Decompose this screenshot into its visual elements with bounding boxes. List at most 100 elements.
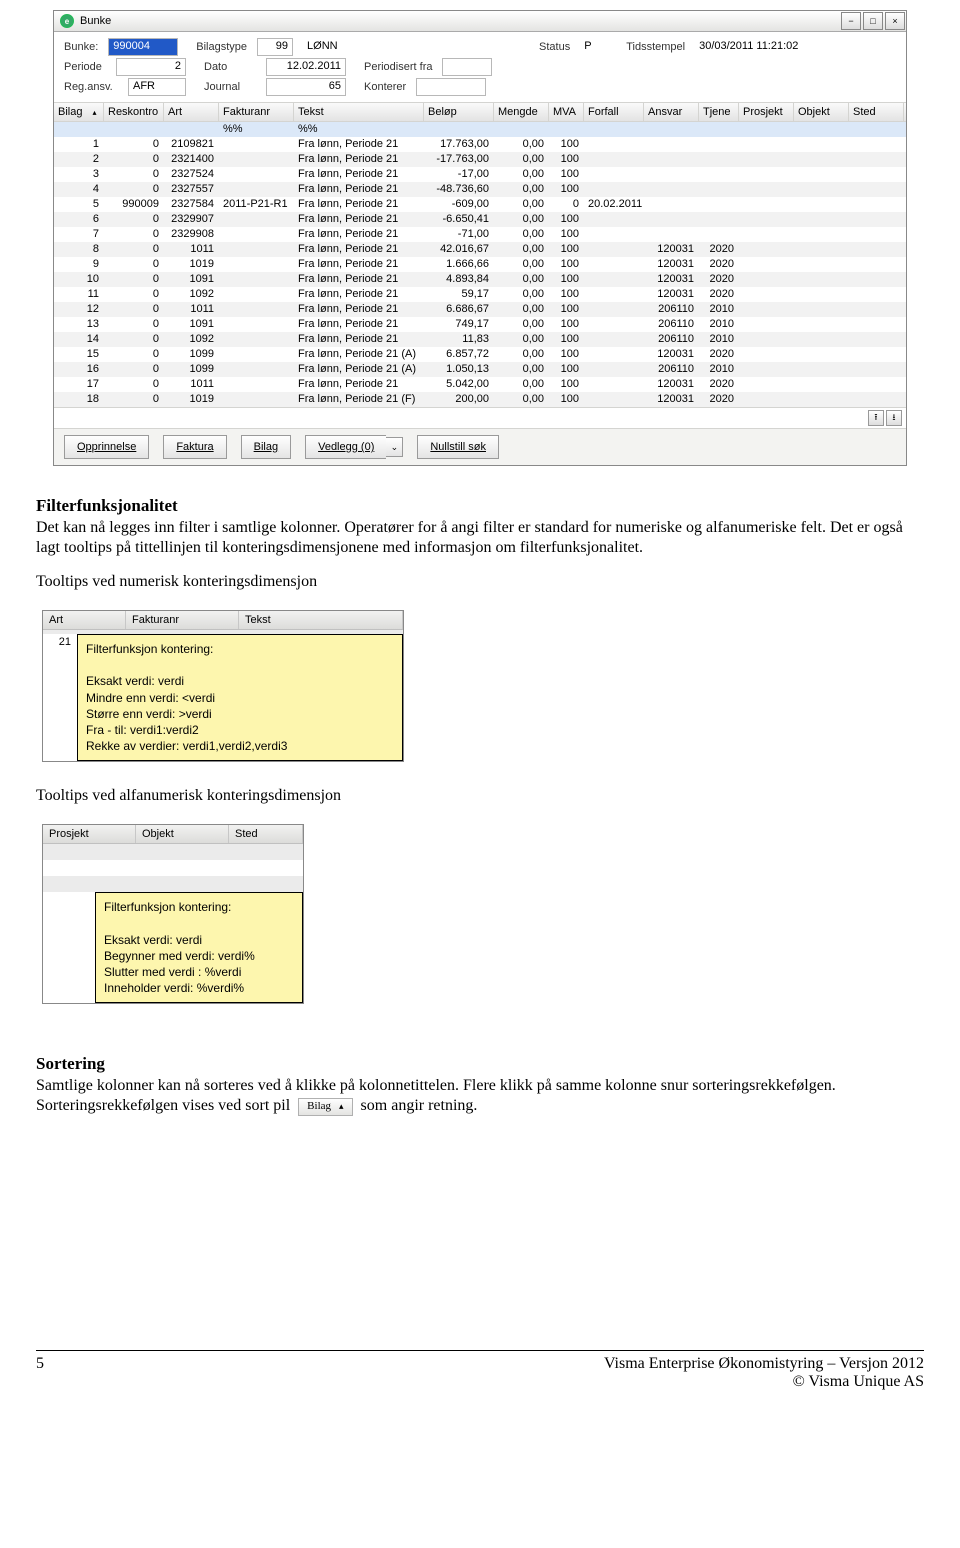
tooltip-num-col-fakturanr[interactable]: Fakturanr <box>126 611 239 629</box>
tooltip-num-title: Filterfunksjon kontering: <box>86 641 394 657</box>
table-row[interactable]: 202321400Fra lønn, Periode 21-17.763,000… <box>54 152 906 167</box>
bilagstype-code-input[interactable]: 99 <box>257 38 293 56</box>
table-cell <box>644 152 699 167</box>
column-header-beløp[interactable]: Beløp <box>424 103 494 121</box>
table-row[interactable]: 102109821Fra lønn, Periode 2117.763,000,… <box>54 137 906 152</box>
filter-cell[interactable]: %% <box>294 122 424 137</box>
vedlegg-dropdown-button[interactable]: ⌄ <box>386 437 403 457</box>
bilag-button[interactable]: Bilag <box>241 435 291 459</box>
table-cell: 2327524 <box>164 167 219 182</box>
opprinnelse-button[interactable]: Opprinnelse <box>64 435 149 459</box>
column-header-prosjekt[interactable]: Prosjekt <box>739 103 794 121</box>
table-cell <box>849 272 904 287</box>
table-cell <box>219 377 294 392</box>
table-row[interactable]: 1101092Fra lønn, Periode 2159,170,001001… <box>54 287 906 302</box>
journal-input[interactable]: 65 <box>266 78 346 96</box>
table-cell: 749,17 <box>424 317 494 332</box>
table-row[interactable]: 1401092Fra lønn, Periode 2111,830,001002… <box>54 332 906 347</box>
table-row[interactable]: 901019Fra lønn, Periode 211.666,660,0010… <box>54 257 906 272</box>
table-cell: 13 <box>54 317 104 332</box>
filter-cell[interactable] <box>424 122 494 137</box>
table-cell <box>739 377 794 392</box>
tooltip-num-col-tekst[interactable]: Tekst <box>239 611 403 629</box>
table-row[interactable]: 1301091Fra lønn, Periode 21749,170,00100… <box>54 317 906 332</box>
column-header-reskontro[interactable]: Reskontro <box>104 103 164 121</box>
filter-cell[interactable] <box>549 122 584 137</box>
table-row[interactable]: 1501099Fra lønn, Periode 21 (A)6.857,720… <box>54 347 906 362</box>
konterer-input[interactable] <box>416 78 486 96</box>
table-row[interactable]: 1201011Fra lønn, Periode 216.686,670,001… <box>54 302 906 317</box>
table-cell: 206110 <box>644 317 699 332</box>
table-cell: 200,00 <box>424 392 494 407</box>
table-row[interactable]: 1601099Fra lønn, Periode 21 (A)1.050,130… <box>54 362 906 377</box>
tooltip-alfa-col-prosjekt[interactable]: Prosjekt <box>43 825 136 843</box>
tooltip-numeric-panel: Art Fakturanr Tekst 21 Filterfunksjon ko… <box>42 610 404 762</box>
table-row[interactable]: 1801019Fra lønn, Periode 21 (F)200,000,0… <box>54 392 906 407</box>
bunke-input[interactable]: 990004 <box>108 38 178 56</box>
window-close-button[interactable]: × <box>885 12 905 30</box>
table-row[interactable]: 602329907Fra lønn, Periode 21-6.650,410,… <box>54 212 906 227</box>
scroll-top-button[interactable]: ⭱ <box>868 410 884 426</box>
table-cell: -6.650,41 <box>424 212 494 227</box>
tooltip-num-col-art[interactable]: Art <box>43 611 126 629</box>
tooltip-alfa-col-sted[interactable]: Sted <box>229 825 303 843</box>
table-cell: 0,00 <box>494 347 549 362</box>
table-cell: 0,00 <box>494 302 549 317</box>
table-cell <box>699 167 739 182</box>
column-header-objekt[interactable]: Objekt <box>794 103 849 121</box>
column-header-mva[interactable]: MVA <box>549 103 584 121</box>
column-header-ansvar[interactable]: Ansvar <box>644 103 699 121</box>
filter-cell[interactable] <box>104 122 164 137</box>
table-cell: 2109821 <box>164 137 219 152</box>
table-row[interactable]: 402327557Fra lønn, Periode 21-48.736,600… <box>54 182 906 197</box>
app-window: e Bunke − □ × Bunke: 990004 Bilagstype 9… <box>53 10 907 466</box>
table-cell <box>794 152 849 167</box>
table-cell: 206110 <box>644 332 699 347</box>
table-cell: 100 <box>549 212 584 227</box>
table-row[interactable]: 599000923275842011-P21-R1Fra lønn, Perio… <box>54 197 906 212</box>
filter-cell[interactable] <box>494 122 549 137</box>
table-cell <box>219 347 294 362</box>
nullstill-sok-button[interactable]: Nullstill søk <box>417 435 499 459</box>
tooltip-alfa-panel: Prosjekt Objekt Sted Filterfunksjon kont… <box>42 824 304 1004</box>
filter-cell[interactable] <box>644 122 699 137</box>
scroll-bottom-button[interactable]: ⭳ <box>886 410 902 426</box>
filter-cell[interactable] <box>699 122 739 137</box>
faktura-button[interactable]: Faktura <box>163 435 226 459</box>
window-minimize-button[interactable]: − <box>841 12 861 30</box>
periodisert-fra-input[interactable] <box>442 58 492 76</box>
column-header-sted[interactable]: Sted <box>849 103 904 121</box>
column-header-forfall[interactable]: Forfall <box>584 103 644 121</box>
column-header-mengde[interactable]: Mengde <box>494 103 549 121</box>
column-header-bilag[interactable]: Bilag▴ <box>54 103 104 121</box>
filter-cell[interactable] <box>849 122 904 137</box>
table-cell <box>794 302 849 317</box>
table-cell: 1.050,13 <box>424 362 494 377</box>
tooltip-alfa-col-objekt[interactable]: Objekt <box>136 825 229 843</box>
filter-cell[interactable] <box>54 122 104 137</box>
filter-cell[interactable] <box>164 122 219 137</box>
table-row[interactable]: 1001091Fra lønn, Periode 214.893,840,001… <box>54 272 906 287</box>
column-header-art[interactable]: Art <box>164 103 219 121</box>
periode-input[interactable]: 2 <box>116 58 186 76</box>
table-cell <box>794 392 849 407</box>
column-header-tekst[interactable]: Tekst <box>294 103 424 121</box>
regansv-input[interactable]: AFR <box>128 78 186 96</box>
table-row[interactable]: 302327524Fra lønn, Periode 21-17,000,001… <box>54 167 906 182</box>
table-row[interactable]: 801011Fra lønn, Periode 2142.016,670,001… <box>54 242 906 257</box>
dato-input[interactable]: 12.02.2011 <box>266 58 346 76</box>
filter-cell[interactable] <box>584 122 644 137</box>
filter-cell[interactable] <box>739 122 794 137</box>
bunke-label: Bunke: <box>64 41 98 53</box>
filter-cell[interactable] <box>794 122 849 137</box>
table-cell: Fra lønn, Periode 21 <box>294 242 424 257</box>
vedlegg-button[interactable]: Vedlegg (0) <box>305 435 386 459</box>
sort-paragraph: Samtlige kolonner kan nå sorteres ved å … <box>36 1076 924 1116</box>
table-row[interactable]: 1701011Fra lønn, Periode 215.042,000,001… <box>54 377 906 392</box>
column-header-fakturanr[interactable]: Fakturanr <box>219 103 294 121</box>
window-maximize-button[interactable]: □ <box>863 12 883 30</box>
column-header-tjene[interactable]: Tjene <box>699 103 739 121</box>
filter-cell[interactable]: %% <box>219 122 294 137</box>
table-cell: 0 <box>104 287 164 302</box>
table-row[interactable]: 702329908Fra lønn, Periode 21-71,000,001… <box>54 227 906 242</box>
